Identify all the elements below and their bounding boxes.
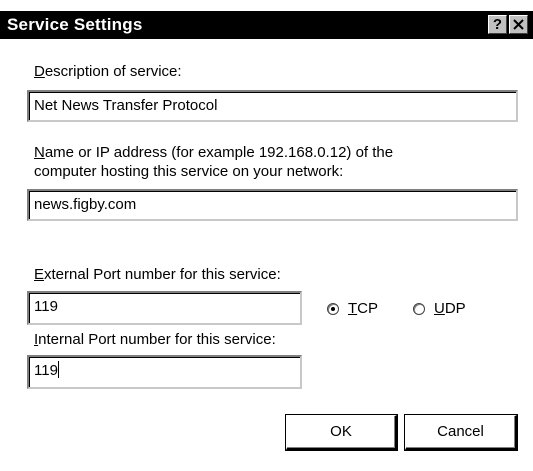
text-cursor — [57, 361, 59, 378]
ok-button[interactable]: OK — [286, 415, 397, 450]
title-bar[interactable]: Service Settings ? — [0, 11, 533, 39]
internal-port-label: Internal Port number for this service: — [34, 331, 276, 348]
cancel-button[interactable]: Cancel — [405, 415, 517, 450]
external-port-input[interactable]: 119 — [27, 291, 302, 325]
help-button[interactable]: ? — [488, 15, 507, 34]
internal-port-value: 119 — [34, 362, 58, 379]
radio-unchecked-icon — [413, 302, 425, 315]
description-input[interactable]: Net News Transfer Protocol — [27, 90, 518, 122]
description-value: Net News Transfer Protocol — [34, 97, 218, 114]
tcp-radio[interactable]: TCP — [327, 300, 378, 317]
close-icon — [513, 19, 524, 30]
radio-checked-icon — [327, 302, 339, 315]
external-port-label: External Port number for this service: — [34, 266, 281, 283]
external-port-value: 119 — [34, 298, 58, 315]
tcp-label: TCP — [348, 300, 379, 317]
description-label: Description of service: — [34, 63, 182, 80]
host-value: news.figby.com — [34, 196, 137, 213]
host-input[interactable]: news.figby.com — [27, 189, 518, 221]
window-title: Service Settings — [7, 15, 143, 34]
close-button[interactable] — [509, 15, 528, 34]
udp-label: UDP — [434, 300, 466, 317]
host-label: Name or IP address (for example 192.168.… — [34, 144, 394, 180]
service-settings-dialog: Service Settings ? Description of servic… — [0, 11, 533, 471]
internal-port-input[interactable]: 119 — [27, 355, 302, 389]
udp-radio[interactable]: UDP — [413, 300, 466, 317]
